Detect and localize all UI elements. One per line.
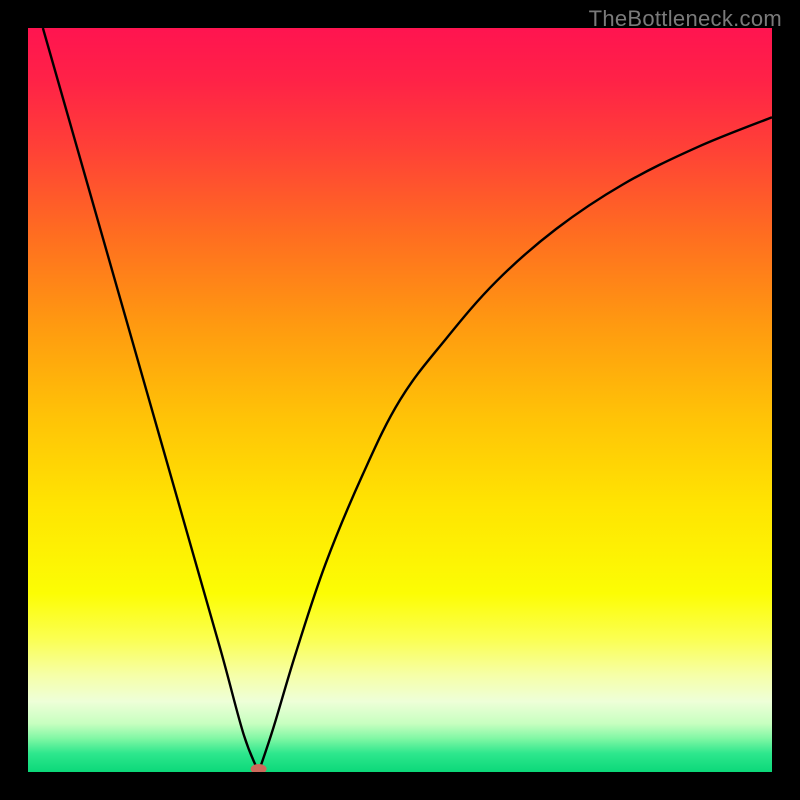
plot-area [28,28,772,772]
bottleneck-curve [28,28,772,772]
chart-frame: TheBottleneck.com [0,0,800,800]
watermark-text: TheBottleneck.com [589,6,782,32]
minimum-marker [251,764,267,772]
